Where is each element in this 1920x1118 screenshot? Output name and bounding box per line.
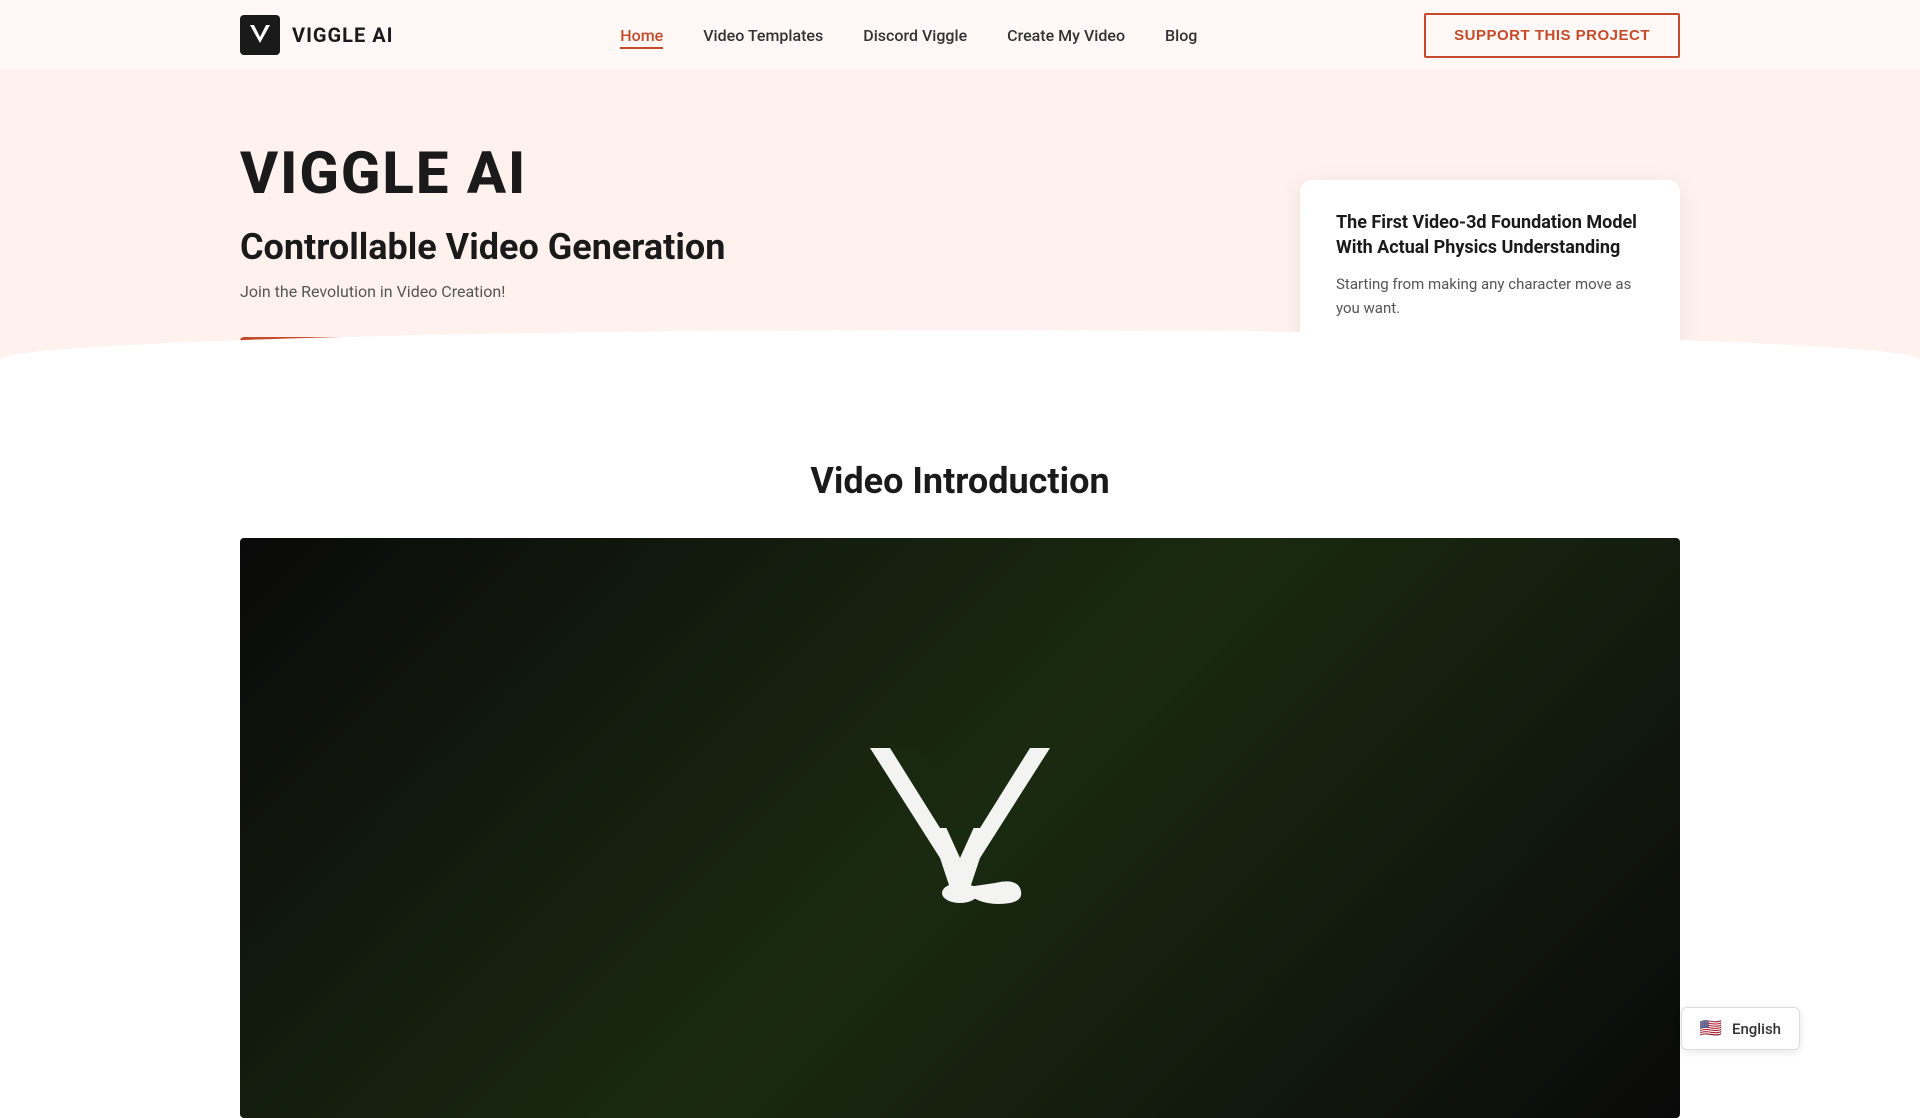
language-switcher[interactable]: 🇺🇸 English — [1681, 1007, 1800, 1050]
hero-section: VIGGLE AI Controllable Video Generation … — [0, 70, 1920, 390]
nav-video-templates[interactable]: Video Templates — [703, 26, 823, 45]
language-flag: 🇺🇸 — [1700, 1018, 1722, 1039]
feature-card-title: The First Video-3d Foundation Model With… — [1336, 210, 1644, 260]
language-label: English — [1732, 1020, 1781, 1038]
nav-links: Home Video Templates Discord Viggle Crea… — [620, 26, 1197, 45]
hero-content: VIGGLE AI Controllable Video Generation … — [240, 140, 790, 390]
logo-text: VIGGLE AI — [292, 23, 394, 47]
feature-card: The First Video-3d Foundation Model With… — [1300, 180, 1680, 350]
navbar: VIGGLE AI Home Video Templates Discord V… — [0, 0, 1920, 70]
video-section: Video Introduction — [0, 390, 1920, 1118]
nav-home[interactable]: Home — [620, 26, 663, 49]
nav-blog[interactable]: Blog — [1165, 26, 1197, 45]
feature-card-description: Starting from making any character move … — [1336, 272, 1644, 320]
logo-icon — [240, 15, 280, 55]
hero-subtitle: Controllable Video Generation — [240, 226, 790, 268]
video-logo — [850, 718, 1070, 938]
hero-tagline: Join the Revolution in Video Creation! — [240, 282, 790, 301]
hero-title: VIGGLE AI — [240, 140, 790, 208]
nav-create-video[interactable]: Create My Video — [1007, 26, 1125, 45]
support-button[interactable]: SUPPORT THIS PROJECT — [1424, 13, 1680, 58]
logo[interactable]: VIGGLE AI — [240, 15, 394, 55]
nav-discord[interactable]: Discord Viggle — [863, 26, 967, 45]
video-section-title: Video Introduction — [240, 460, 1680, 502]
video-container[interactable] — [240, 538, 1680, 1118]
get-started-button[interactable]: GET STARTED — [240, 337, 428, 390]
